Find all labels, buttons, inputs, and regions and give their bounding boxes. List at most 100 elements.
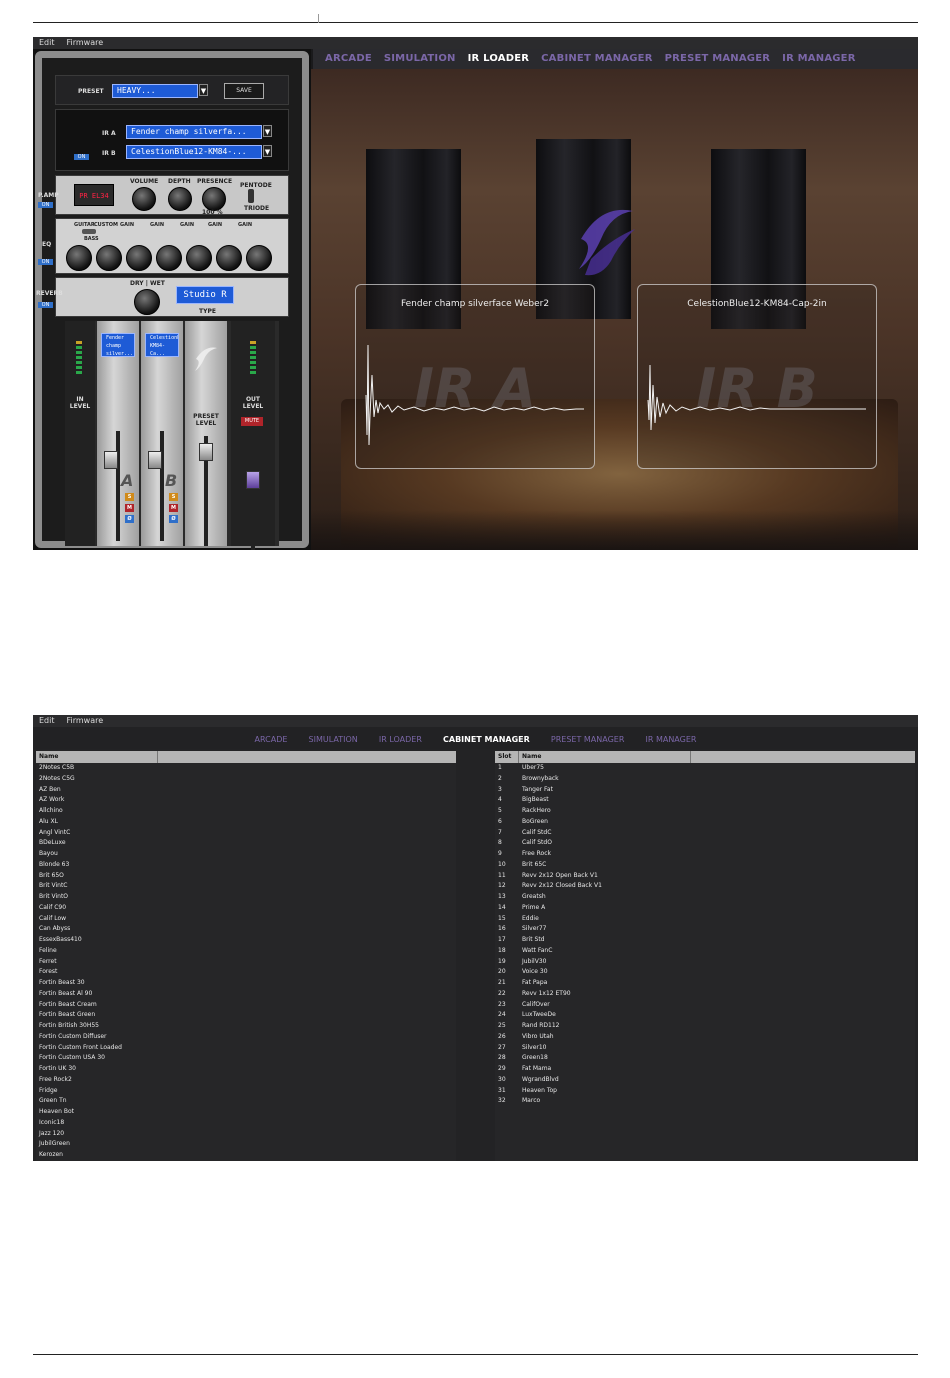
library-row[interactable]: Fortin Custom Front Loaded	[36, 1043, 456, 1054]
ir-b-solo-button[interactable]: S	[169, 493, 178, 501]
tab-ir-manager-2[interactable]: IR MANAGER	[645, 729, 696, 751]
ir-a-fader[interactable]	[104, 451, 118, 469]
depth-knob[interactable]	[168, 187, 192, 211]
slot-row[interactable]: 16 Silver77	[495, 924, 915, 935]
slot-row[interactable]: 14 Prime A	[495, 903, 915, 914]
slot-row[interactable]: 31 Heaven Top	[495, 1086, 915, 1097]
slot-row[interactable]: 9 Free Rock	[495, 849, 915, 860]
library-row[interactable]: 2Notes C5B	[36, 763, 456, 774]
library-row[interactable]: Fortin Beast 30	[36, 978, 456, 989]
slot-row[interactable]: 2 Brownyback	[495, 774, 915, 785]
tab-simulation[interactable]: SIMULATION	[384, 49, 456, 69]
library-row[interactable]: AZ Work	[36, 795, 456, 806]
tab-cabinet-manager[interactable]: CABINET MANAGER	[541, 49, 652, 69]
tab-ir-manager[interactable]: IR MANAGER	[782, 49, 855, 69]
slot-row[interactable]: 24 LuxTweeDe	[495, 1010, 915, 1021]
slot-row[interactable]: 32 Marco	[495, 1096, 915, 1107]
slot-row[interactable]: 10 Brit 65C	[495, 860, 915, 871]
ir-b-mute-button[interactable]: M	[169, 504, 178, 512]
slot-row[interactable]: 3 Tanger Fat	[495, 785, 915, 796]
slot-row[interactable]: 17 Brit Std	[495, 935, 915, 946]
ir-b-dropdown-arrow[interactable]: ▼	[263, 145, 272, 157]
tab-ir-loader-2[interactable]: IR LOADER	[379, 729, 422, 751]
slot-row[interactable]: 21 Fat Papa	[495, 978, 915, 989]
slots-name-header[interactable]: Name	[519, 751, 691, 763]
library-row[interactable]: Green Tn	[36, 1096, 456, 1107]
library-row[interactable]: EssexBass410	[36, 935, 456, 946]
library-row[interactable]: Fortin Beast Green	[36, 1010, 456, 1021]
library-row[interactable]: Can Abyss	[36, 924, 456, 935]
slot-row[interactable]: 8 Calif StdO	[495, 838, 915, 849]
slot-row[interactable]: 25 Rand RD112	[495, 1021, 915, 1032]
slots-slot-header[interactable]: Slot	[495, 751, 519, 763]
library-row[interactable]: Alu XL	[36, 817, 456, 828]
reverb-on-button[interactable]: ON	[38, 302, 53, 308]
ir-a-display[interactable]: Fender champ silverfa...	[126, 125, 262, 139]
presence-knob[interactable]	[202, 187, 226, 211]
library-row[interactable]: Iconic18	[36, 1118, 456, 1129]
library-row[interactable]: Brit VintO	[36, 892, 456, 903]
menu-firmware[interactable]: Firmware	[67, 38, 104, 47]
library-row[interactable]: Fortin Custom USA 30	[36, 1053, 456, 1064]
slot-row[interactable]: 18 Watt FanC	[495, 946, 915, 957]
library-row[interactable]: Fortin British 30H55	[36, 1021, 456, 1032]
library-row[interactable]: Brit 65O	[36, 871, 456, 882]
volume-knob[interactable]	[132, 187, 156, 211]
slot-row[interactable]: 13 Greatsh	[495, 892, 915, 903]
preset-display[interactable]: HEAVY...	[112, 84, 198, 98]
menu-edit-2[interactable]: Edit	[39, 716, 55, 725]
slot-row[interactable]: 28 Green18	[495, 1053, 915, 1064]
library-row[interactable]: Kerozen	[36, 1150, 456, 1161]
menu-edit[interactable]: Edit	[39, 38, 55, 47]
library-row[interactable]: Bayou	[36, 849, 456, 860]
preset-level-fader[interactable]	[199, 443, 213, 461]
ir-b-phase-button[interactable]: Ø	[169, 515, 178, 523]
slot-row[interactable]: 23 CalifOver	[495, 1000, 915, 1011]
library-row[interactable]: Fortin UK 30	[36, 1064, 456, 1075]
library-row[interactable]: Fortin Beast Al 90	[36, 989, 456, 1000]
menu-firmware-2[interactable]: Firmware	[67, 716, 104, 725]
ir-a-dropdown-arrow[interactable]: ▼	[263, 125, 272, 137]
slot-row[interactable]: 26 Vibro Utah	[495, 1032, 915, 1043]
reverb-type-display[interactable]: Studio R	[176, 286, 234, 304]
ir-b-display[interactable]: CelestionBlue12-KM84-...	[126, 145, 262, 159]
library-row[interactable]: Angl VintC	[36, 828, 456, 839]
ir-on-button[interactable]: ON	[74, 154, 89, 160]
tab-preset-manager[interactable]: PRESET MANAGER	[665, 49, 771, 69]
eq-knob-6[interactable]	[216, 245, 242, 271]
library-row[interactable]: Ferret	[36, 957, 456, 968]
eq-knob-5[interactable]	[186, 245, 212, 271]
pamp-on-button[interactable]: ON	[38, 202, 53, 208]
tab-arcade-2[interactable]: ARCADE	[255, 729, 288, 751]
tab-simulation-2[interactable]: SIMULATION	[309, 729, 358, 751]
slot-row[interactable]: 12 Revv 2x12 Closed Back V1	[495, 881, 915, 892]
preset-dropdown-arrow[interactable]: ▼	[199, 84, 208, 96]
slot-row[interactable]: 15 Eddie	[495, 914, 915, 925]
library-row[interactable]: 2Notes C5G	[36, 774, 456, 785]
library-row[interactable]: Feline	[36, 946, 456, 957]
ir-a-solo-button[interactable]: S	[125, 493, 134, 501]
library-row[interactable]: BDeLuxe	[36, 838, 456, 849]
tab-ir-loader[interactable]: IR LOADER	[468, 49, 530, 69]
tube-display[interactable]: PR EL34	[74, 184, 114, 206]
tab-arcade[interactable]: ARCADE	[325, 49, 372, 69]
library-row[interactable]: Blonde 63	[36, 860, 456, 871]
library-row[interactable]: Fridge	[36, 1086, 456, 1097]
library-row[interactable]: Allchino	[36, 806, 456, 817]
library-row[interactable]: Free Rock2	[36, 1075, 456, 1086]
slot-row[interactable]: 22 Revv 1x12 ET90	[495, 989, 915, 1000]
slot-row[interactable]: 6 BoGreen	[495, 817, 915, 828]
eq-on-button[interactable]: ON	[38, 259, 53, 265]
ir-b-fader[interactable]	[148, 451, 162, 469]
eq-knob-1[interactable]	[66, 245, 92, 271]
eq-knob-7[interactable]	[246, 245, 272, 271]
ir-a-mute-button[interactable]: M	[125, 504, 134, 512]
mute-button[interactable]: MUTE	[241, 417, 263, 426]
save-button[interactable]: SAVE	[224, 83, 264, 99]
eq-knob-3[interactable]	[126, 245, 152, 271]
slot-row[interactable]: 30 WgrandBlvd	[495, 1075, 915, 1086]
library-row[interactable]: JubilGreen	[36, 1139, 456, 1150]
out-level-fader[interactable]	[246, 471, 260, 489]
library-row[interactable]: Fortin Beast Cream	[36, 1000, 456, 1011]
slot-row[interactable]: 20 Voice 30	[495, 967, 915, 978]
